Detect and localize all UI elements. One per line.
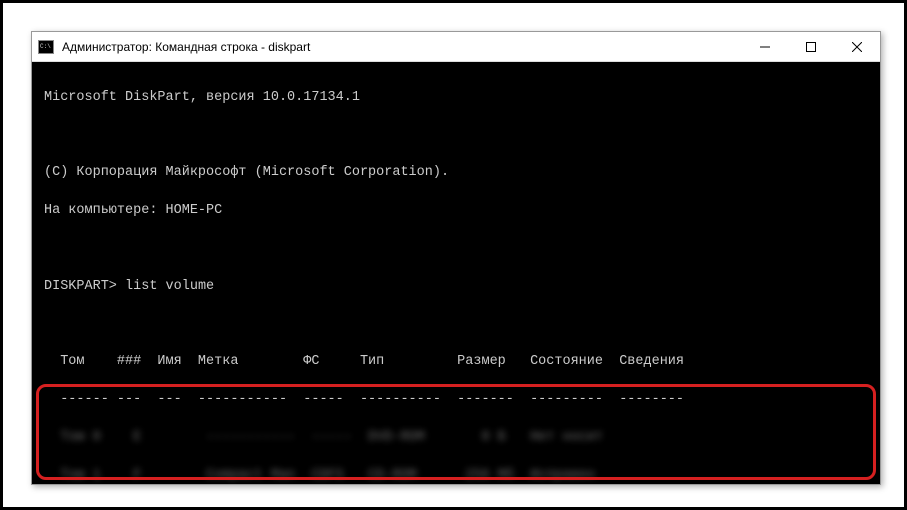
- blank-line: [44, 240, 868, 259]
- table-row: Том 1 F Compact Man CDFS CD-ROM 256 Мб И…: [44, 467, 868, 484]
- window-controls: [742, 32, 880, 62]
- window-title: Администратор: Командная строка - diskpa…: [62, 40, 742, 54]
- blank-line: [44, 316, 868, 335]
- titlebar[interactable]: Администратор: Командная строка - diskpa…: [32, 32, 880, 62]
- terminal-area[interactable]: Microsoft DiskPart, версия 10.0.17134.1 …: [32, 62, 880, 484]
- close-button[interactable]: [834, 32, 880, 62]
- maximize-button[interactable]: [788, 32, 834, 62]
- table-header: Том ### Имя Метка ФС Тип Размер Состояни…: [44, 353, 868, 372]
- version-line: Microsoft DiskPart, версия 10.0.17134.1: [44, 89, 868, 108]
- blank-line: [44, 127, 868, 146]
- table-row: Том 0 E ----------- ----- DVD-ROM 0 Б Не…: [44, 429, 868, 448]
- minimize-button[interactable]: [742, 32, 788, 62]
- computer-line: На компьютере: HOME-PC: [44, 202, 868, 221]
- copyright-line: (C) Корпорация Майкрософт (Microsoft Cor…: [44, 164, 868, 183]
- table-dashes: ------ --- --- ----------- ----- -------…: [44, 391, 868, 410]
- cmd-window: Администратор: Командная строка - diskpa…: [31, 31, 881, 485]
- cmd-icon: [38, 40, 54, 54]
- prompt-list-volume: DISKPART> list volume: [44, 278, 868, 297]
